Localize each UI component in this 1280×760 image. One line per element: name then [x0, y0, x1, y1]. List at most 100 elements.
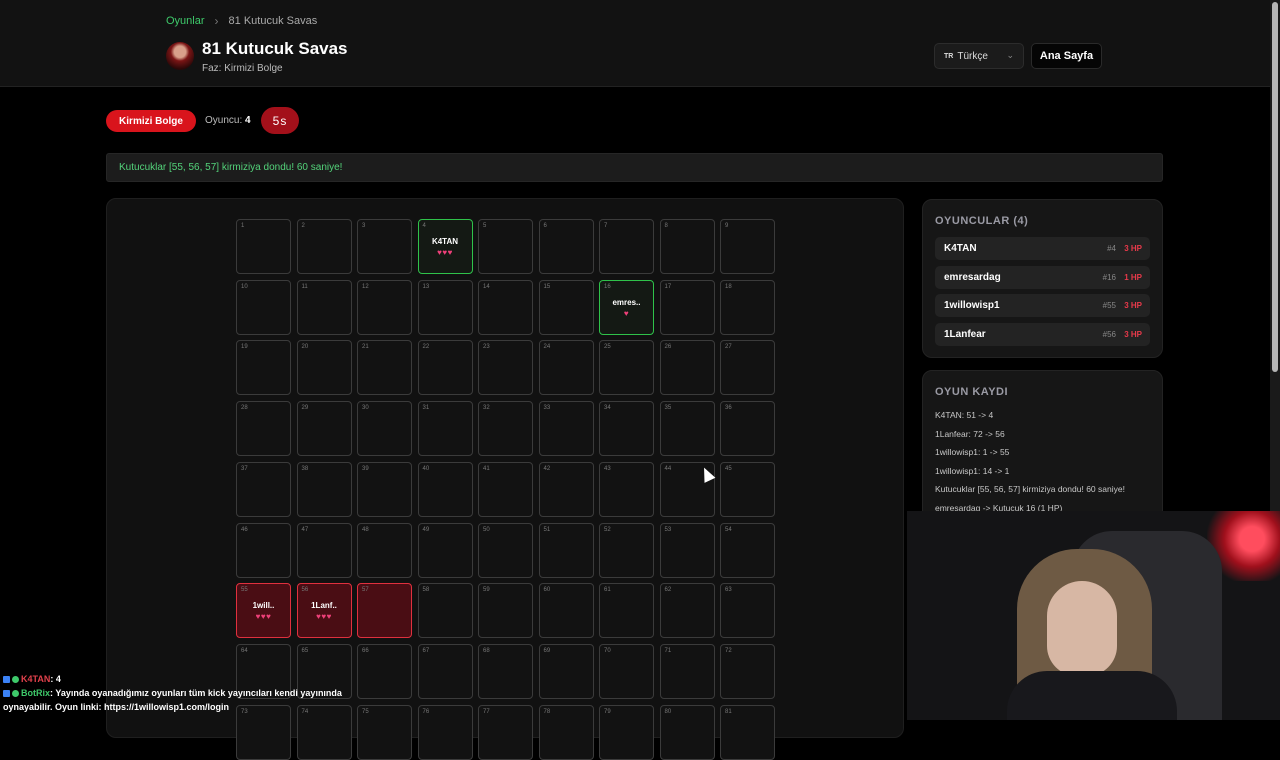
board-cell[interactable]: 37	[236, 461, 291, 517]
board-cell[interactable]: 10	[236, 279, 291, 335]
board-cell[interactable]: 30	[357, 401, 412, 457]
heart-icon: ♥♥♥	[437, 248, 453, 257]
board-cell[interactable]: 38	[296, 461, 352, 517]
board-cell[interactable]: 13	[417, 279, 473, 335]
cell-number: 37	[241, 465, 248, 472]
board-cell[interactable]: 26	[659, 340, 715, 396]
board-cell[interactable]: 15	[538, 279, 594, 335]
board-cell[interactable]: 70	[599, 643, 654, 699]
cell-number: 40	[422, 465, 430, 472]
board-cell[interactable]: 32	[478, 401, 533, 457]
board-cell[interactable]: 16 emres.. ♥	[599, 279, 654, 335]
board-cell[interactable]: 1	[236, 219, 291, 274]
board-cell[interactable]: 33	[538, 401, 594, 457]
cell-number: 36	[725, 405, 732, 412]
board-cell[interactable]: 55 1will.. ♥♥♥	[236, 583, 291, 639]
announcement-banner: Kutucuklar [55, 56, 57] kirmiziya dondu!…	[106, 153, 1163, 182]
board-cell[interactable]: 19	[236, 340, 291, 396]
board-cell[interactable]: 47	[296, 522, 352, 578]
board-cell[interactable]: 67	[417, 643, 473, 699]
board-cell[interactable]: 8	[659, 219, 715, 274]
board-cell[interactable]: 11	[296, 279, 352, 335]
breadcrumb-games-link[interactable]: Oyunlar	[166, 15, 205, 27]
player-row[interactable]: 1Lanfear #56 3 HP	[935, 322, 1150, 346]
board-cell[interactable]: 78	[538, 704, 594, 760]
board-cell[interactable]: 40	[417, 461, 473, 517]
heart-icon: ♥	[623, 308, 630, 318]
board-cell[interactable]: 24	[538, 340, 594, 396]
board-cell[interactable]: 5	[478, 219, 533, 274]
board-cell[interactable]: 53	[659, 522, 715, 578]
board-cell[interactable]: 58	[417, 583, 473, 639]
board-cell[interactable]: 12	[357, 279, 412, 335]
board-cell[interactable]: 75	[357, 704, 412, 760]
board-cell[interactable]: 72	[720, 643, 775, 699]
board-cell[interactable]: 54	[720, 522, 775, 578]
board-cell[interactable]: 7	[599, 219, 654, 274]
board-cell[interactable]: 18	[720, 279, 775, 335]
board-cell[interactable]: 39	[357, 461, 412, 517]
breadcrumb: Oyunlar › 81 Kutucuk Savas	[166, 14, 317, 28]
board-cell[interactable]: 71	[659, 643, 715, 699]
cell-number: 70	[604, 647, 611, 654]
board-cell[interactable]: 56 1Lanf.. ♥♥♥	[296, 583, 352, 639]
board-cell[interactable]: 81	[720, 704, 775, 760]
board-cell[interactable]: 9	[720, 219, 775, 274]
cell-number: 49	[422, 526, 430, 533]
board-cell[interactable]: 62	[659, 583, 715, 639]
board-cell[interactable]: 27	[720, 340, 775, 396]
player-row[interactable]: 1willowisp1 #55 3 HP	[935, 294, 1150, 317]
board-cell[interactable]: 35	[659, 401, 715, 457]
board-cell[interactable]: 79	[599, 704, 654, 760]
board-cell[interactable]: 17	[659, 279, 715, 335]
player-row[interactable]: emresardag #16 1 HP	[935, 265, 1150, 289]
board-cell[interactable]: 48	[357, 522, 412, 578]
player-row[interactable]: K4TAN #4 3 HP	[935, 237, 1150, 260]
board-cell[interactable]: 2	[296, 219, 352, 274]
board-cell[interactable]: 43	[599, 461, 654, 517]
board-cell[interactable]: 25	[599, 340, 654, 396]
cell-number: 46	[241, 526, 248, 533]
board-cell[interactable]: 60	[538, 583, 594, 639]
board-cell[interactable]: 80	[659, 704, 715, 760]
language-select[interactable]: TR Türkçe ⌄	[934, 43, 1024, 69]
board-cell[interactable]: 20	[296, 340, 352, 396]
board-cell[interactable]: 41	[478, 461, 533, 517]
board-cell[interactable]: 6	[538, 219, 594, 274]
board-cell[interactable]: 46	[236, 522, 291, 578]
home-button[interactable]: Ana Sayfa	[1031, 43, 1102, 69]
cell-number: 28	[241, 405, 248, 412]
board-cell[interactable]: 57	[357, 583, 412, 639]
board-cell[interactable]: 31	[417, 401, 473, 457]
board-cell[interactable]: 29	[296, 401, 352, 457]
board-cell[interactable]: 76	[417, 704, 473, 760]
board-cell[interactable]: 52	[599, 522, 654, 578]
board-cell[interactable]: 50	[478, 522, 533, 578]
board-cell[interactable]: 77	[478, 704, 533, 760]
board-cell[interactable]: 51	[538, 522, 594, 578]
board-cell[interactable]: 3	[357, 219, 412, 274]
cell-number: 3	[362, 223, 366, 229]
board-cell[interactable]: 22	[417, 340, 473, 396]
board-cell[interactable]: 21	[357, 340, 412, 396]
board-cell[interactable]: 42	[538, 461, 594, 517]
board-cell[interactable]: 28	[236, 401, 291, 457]
board-cell[interactable]: 59	[478, 583, 533, 639]
board-cell[interactable]: 4 K4TAN ♥♥♥	[417, 219, 473, 274]
board-cell[interactable]: 68	[478, 643, 533, 699]
board-cell[interactable]: 45	[720, 461, 775, 517]
board-cell[interactable]: 63	[720, 583, 775, 639]
board-cell[interactable]: 49	[417, 522, 473, 578]
board-cell[interactable]: 23	[478, 340, 533, 396]
cell-number: 27	[725, 344, 732, 351]
cell-number: 12	[362, 283, 369, 290]
breadcrumb-current: 81 Kutucuk Savas	[228, 15, 318, 27]
board-cell[interactable]: 14	[478, 279, 533, 335]
board-cell[interactable]: 61	[599, 583, 654, 639]
board-cell[interactable]: 66	[357, 643, 412, 699]
board-cell[interactable]: 36	[720, 401, 775, 457]
chat-message: BotRix: Yayında oyanadığımız oyunları tü…	[0, 686, 350, 714]
board-cell[interactable]: 69	[538, 643, 594, 699]
scrollbar-thumb[interactable]	[1272, 2, 1278, 372]
board-cell[interactable]: 34	[599, 401, 654, 457]
